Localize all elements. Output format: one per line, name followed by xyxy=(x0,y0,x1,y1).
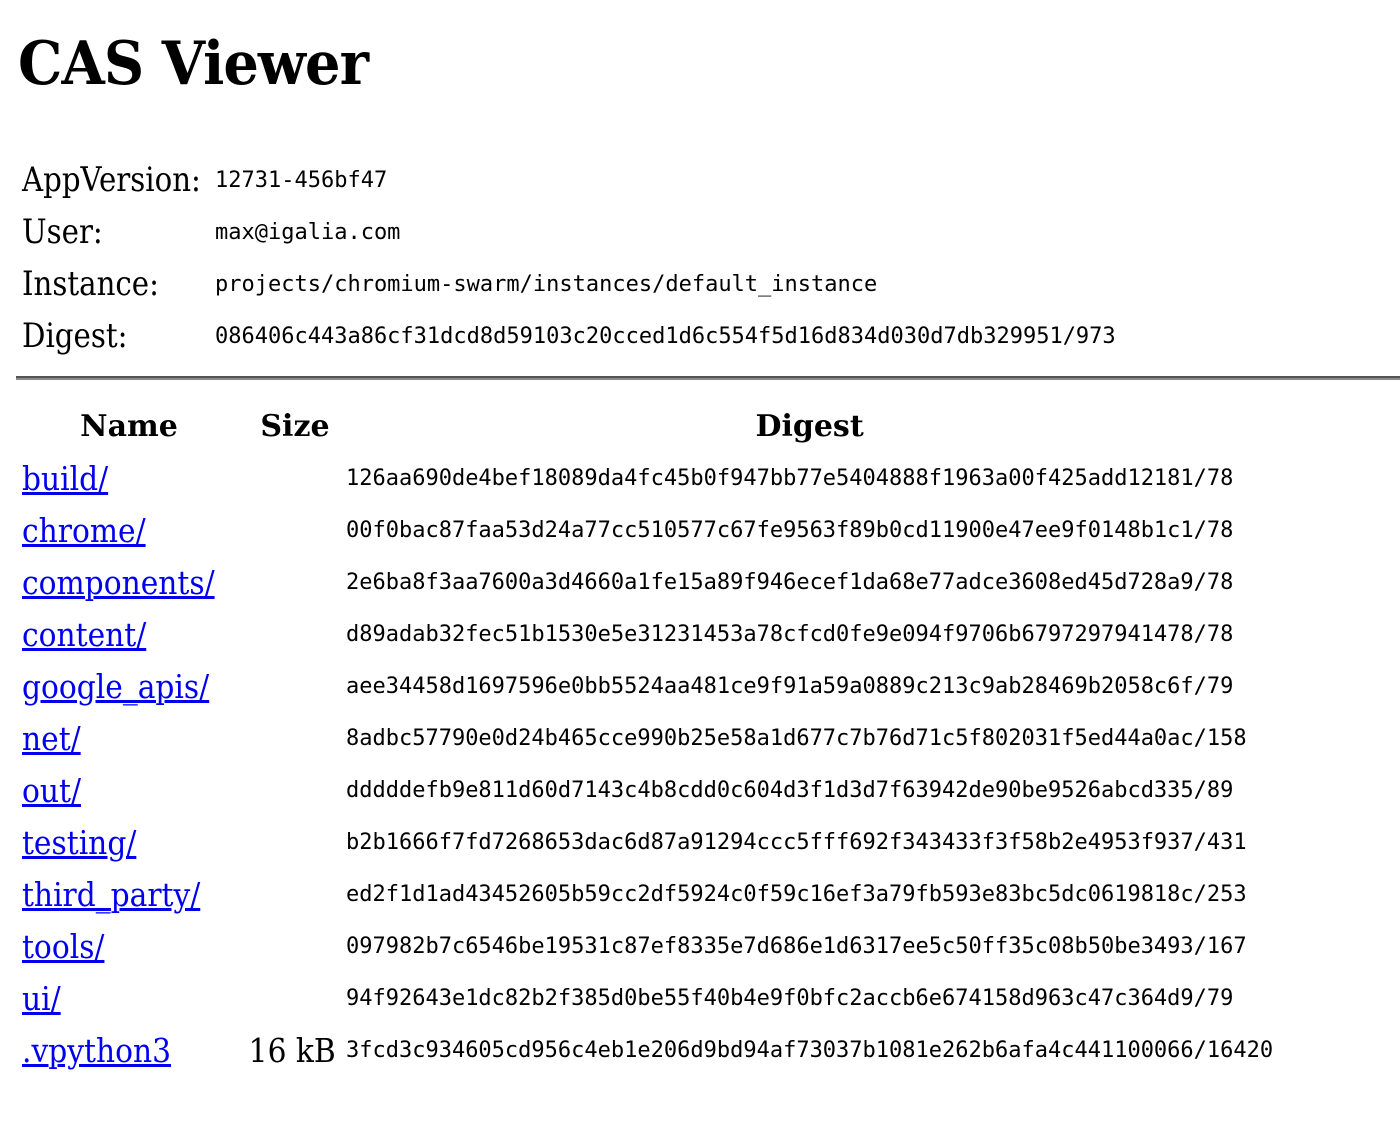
file-table: Name Size Digest build/ 126aa690de4bef18… xyxy=(22,400,1273,1076)
info-row-digest: Digest: 086406c443a86cf31dcd8d59103c20cc… xyxy=(22,310,1116,362)
file-digest: ed2f1d1ad43452605b59cc2df5924c0f59c16ef3… xyxy=(345,881,1247,907)
file-link[interactable]: third_party/ xyxy=(22,875,200,914)
file-link[interactable]: components/ xyxy=(22,563,215,602)
digest-cell: 3fcd3c934605cd956c4eb1e206d9bd94af73037b… xyxy=(346,1024,1273,1076)
size-cell xyxy=(236,504,346,556)
info-label-cell: User: xyxy=(22,206,215,258)
size-cell xyxy=(236,764,346,816)
digest-cell: 8adbc57790e0d24b465cce990b25e58a1d677c7b… xyxy=(346,712,1273,764)
size-cell: 16 kB xyxy=(236,1024,346,1076)
name-cell: components/ xyxy=(22,556,236,608)
name-cell: chrome/ xyxy=(22,504,236,556)
digest-cell: 94f92643e1dc82b2f385d0be55f40b4e9f0bfc2a… xyxy=(346,972,1273,1024)
file-row: google_apis/ aee34458d1697596e0bb5524aa4… xyxy=(22,660,1273,712)
size-cell xyxy=(236,972,346,1024)
digest-cell: b2b1666f7fd7268653dac6d87a91294ccc5fff69… xyxy=(346,816,1273,868)
file-row: out/ dddddefb9e811d60d7143c4b8cdd0c604d3… xyxy=(22,764,1273,816)
header-name: Name xyxy=(80,408,178,444)
digest-cell: 097982b7c6546be19531c87ef8335e7d686e1d63… xyxy=(346,920,1273,972)
name-cell: net/ xyxy=(22,712,236,764)
size-cell xyxy=(236,868,346,920)
info-label-cell: Instance: xyxy=(22,258,215,310)
file-table-body: build/ 126aa690de4bef18089da4fc45b0f947b… xyxy=(22,452,1273,1076)
file-digest: 2e6ba8f3aa7600a3d4660a1fe15a89f946ecef1d… xyxy=(345,569,1234,595)
name-cell: third_party/ xyxy=(22,868,236,920)
file-digest: 94f92643e1dc82b2f385d0be55f40b4e9f0bfc2a… xyxy=(345,985,1234,1011)
file-size: 16 kB xyxy=(248,1030,336,1070)
file-digest: 8adbc57790e0d24b465cce990b25e58a1d677c7b… xyxy=(345,725,1247,751)
file-link[interactable]: build/ xyxy=(22,459,108,498)
file-link[interactable]: net/ xyxy=(22,719,81,758)
name-cell: .vpython3 xyxy=(22,1024,236,1076)
file-row: content/ d89adab32fec51b1530e5e31231453a… xyxy=(22,608,1273,660)
file-link[interactable]: content/ xyxy=(22,615,146,654)
file-row: .vpython3 16 kB 3fcd3c934605cd956c4eb1e2… xyxy=(22,1024,1273,1076)
name-cell: out/ xyxy=(22,764,236,816)
user-value: max@igalia.com xyxy=(215,219,401,245)
file-row: testing/ b2b1666f7fd7268653dac6d87a91294… xyxy=(22,816,1273,868)
file-row: net/ 8adbc57790e0d24b465cce990b25e58a1d6… xyxy=(22,712,1273,764)
header-size: Size xyxy=(260,408,330,444)
info-row-app-version: AppVersion: 12731-456bf47 xyxy=(22,154,1116,206)
digest-cell: dddddefb9e811d60d7143c4b8cdd0c604d3f1d3d… xyxy=(346,764,1273,816)
divider xyxy=(16,376,1400,380)
file-digest: 3fcd3c934605cd956c4eb1e206d9bd94af73037b… xyxy=(345,1037,1274,1063)
digest-cell: 2e6ba8f3aa7600a3d4660a1fe15a89f946ecef1d… xyxy=(346,556,1273,608)
file-link[interactable]: tools/ xyxy=(22,927,104,966)
info-label-cell: AppVersion: xyxy=(22,154,215,206)
name-cell: content/ xyxy=(22,608,236,660)
digest-cell: 126aa690de4bef18089da4fc45b0f947bb77e540… xyxy=(346,452,1273,504)
app-version-value: 12731-456bf47 xyxy=(215,167,388,193)
info-row-user: User: max@igalia.com xyxy=(22,206,1116,258)
app-version-label: AppVersion: xyxy=(22,160,201,200)
info-label-cell: Digest: xyxy=(22,310,215,362)
file-link[interactable]: .vpython3 xyxy=(22,1031,171,1070)
instance-label: Instance: xyxy=(22,264,159,304)
instance-value: projects/chromium-swarm/instances/defaul… xyxy=(215,271,878,297)
file-digest: 00f0bac87faa53d24a77cc510577c67fe9563f89… xyxy=(345,517,1234,543)
file-link[interactable]: out/ xyxy=(22,771,81,810)
size-cell xyxy=(236,816,346,868)
size-cell xyxy=(236,556,346,608)
size-cell xyxy=(236,712,346,764)
file-digest: 097982b7c6546be19531c87ef8335e7d686e1d63… xyxy=(345,933,1247,959)
header-digest: Digest xyxy=(755,408,864,444)
name-cell: testing/ xyxy=(22,816,236,868)
name-cell: google_apis/ xyxy=(22,660,236,712)
digest-cell: d89adab32fec51b1530e5e31231453a78cfcd0fe… xyxy=(346,608,1273,660)
file-table-header: Name Size Digest xyxy=(22,400,1273,452)
file-digest: b2b1666f7fd7268653dac6d87a91294ccc5fff69… xyxy=(345,829,1247,855)
name-cell: ui/ xyxy=(22,972,236,1024)
file-link[interactable]: ui/ xyxy=(22,979,61,1018)
file-digest: aee34458d1697596e0bb5524aa481ce9f91a59a0… xyxy=(345,673,1234,699)
file-row: ui/ 94f92643e1dc82b2f385d0be55f40b4e9f0b… xyxy=(22,972,1273,1024)
info-table: AppVersion: 12731-456bf47 User: max@igal… xyxy=(22,154,1116,362)
file-digest: dddddefb9e811d60d7143c4b8cdd0c604d3f1d3d… xyxy=(345,777,1234,803)
file-link[interactable]: chrome/ xyxy=(22,511,146,550)
name-cell: tools/ xyxy=(22,920,236,972)
name-cell: build/ xyxy=(22,452,236,504)
size-cell xyxy=(236,452,346,504)
digest-cell: aee34458d1697596e0bb5524aa481ce9f91a59a0… xyxy=(346,660,1273,712)
info-row-instance: Instance: projects/chromium-swarm/instan… xyxy=(22,258,1116,310)
file-row: build/ 126aa690de4bef18089da4fc45b0f947b… xyxy=(22,452,1273,504)
user-label: User: xyxy=(22,212,103,252)
digest-cell: ed2f1d1ad43452605b59cc2df5924c0f59c16ef3… xyxy=(346,868,1273,920)
file-link[interactable]: google_apis/ xyxy=(22,667,209,706)
size-cell xyxy=(236,920,346,972)
file-row: components/ 2e6ba8f3aa7600a3d4660a1fe15a… xyxy=(22,556,1273,608)
file-digest: d89adab32fec51b1530e5e31231453a78cfcd0fe… xyxy=(345,621,1234,647)
file-link[interactable]: testing/ xyxy=(22,823,136,862)
digest-value: 086406c443a86cf31dcd8d59103c20cced1d6c55… xyxy=(215,323,1116,349)
digest-cell: 00f0bac87faa53d24a77cc510577c67fe9563f89… xyxy=(346,504,1273,556)
page-title: CAS Viewer xyxy=(18,29,369,99)
size-cell xyxy=(236,660,346,712)
size-cell xyxy=(236,608,346,660)
file-row: third_party/ ed2f1d1ad43452605b59cc2df59… xyxy=(22,868,1273,920)
digest-label: Digest: xyxy=(22,316,128,356)
file-digest: 126aa690de4bef18089da4fc45b0f947bb77e540… xyxy=(345,465,1234,491)
file-row: chrome/ 00f0bac87faa53d24a77cc510577c67f… xyxy=(22,504,1273,556)
file-row: tools/ 097982b7c6546be19531c87ef8335e7d6… xyxy=(22,920,1273,972)
